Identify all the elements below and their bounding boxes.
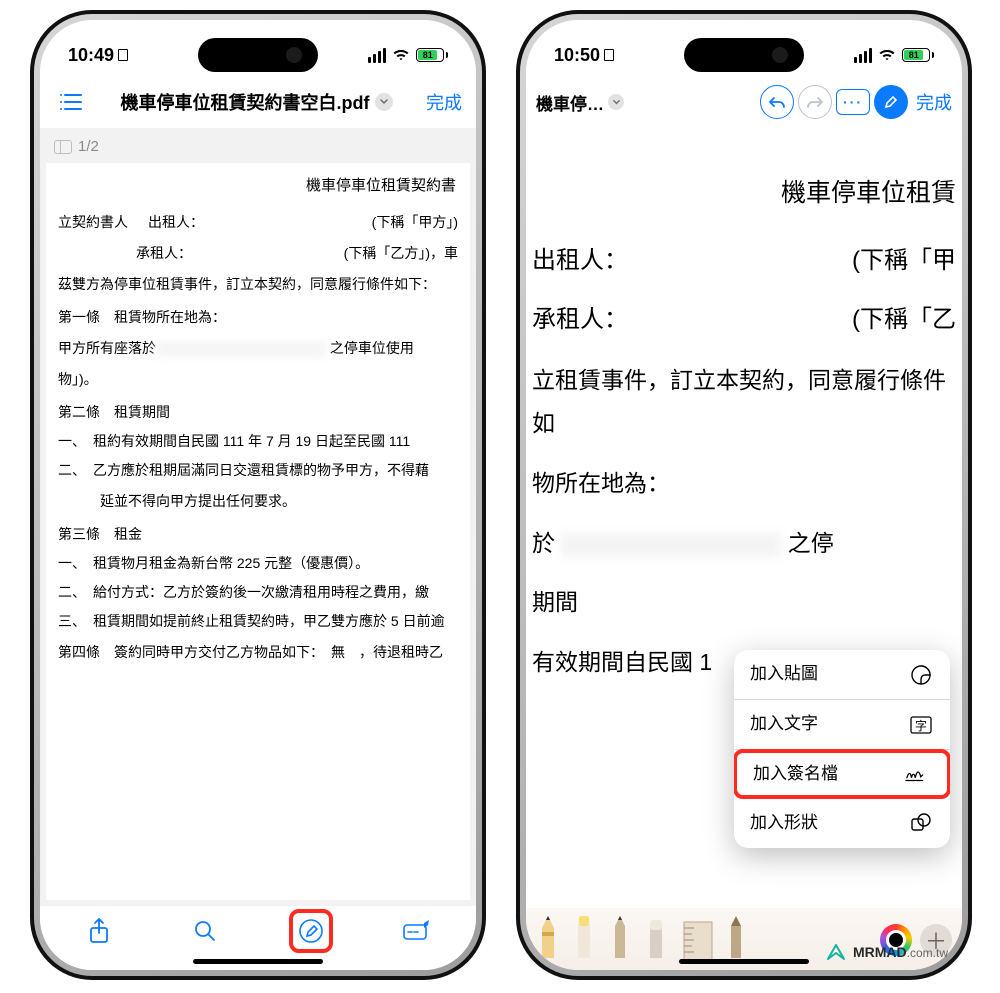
iphone-frame-right: 10:50 81 機車停…	[516, 10, 972, 980]
wifi-icon	[392, 48, 410, 62]
menu-add-sticker[interactable]: 加入貼圖	[734, 650, 950, 700]
search-icon[interactable]	[183, 909, 227, 953]
svg-text:字: 字	[915, 718, 927, 733]
battery-icon: 81	[902, 48, 934, 62]
markup-button[interactable]	[289, 909, 333, 953]
dynamic-island	[684, 38, 804, 72]
redo-button[interactable]	[798, 85, 832, 119]
pdf-page: 機車停車位租賃契約書 立契約書人 出租人： (下稱「甲方」) 承租人： (下稱「…	[46, 163, 470, 900]
pen-tool[interactable]	[536, 912, 564, 956]
shapes-icon	[908, 811, 934, 835]
signature-icon	[905, 762, 931, 786]
document-viewport[interactable]: 1/2 機車停車位租賃契約書 立契約書人 出租人： (下稱「甲方」) 承租人：	[40, 128, 476, 906]
autofill-icon[interactable]: ···	[836, 89, 870, 115]
menu-add-signature[interactable]: 加入簽名檔	[734, 749, 950, 799]
ruler-tool[interactable]	[680, 916, 716, 956]
doc-title: 機車停車位租賃契約書	[58, 175, 458, 198]
crayon-tool[interactable]	[724, 912, 752, 956]
page-indicator: 1/2	[46, 134, 470, 157]
home-indicator[interactable]	[679, 959, 809, 964]
marker-tool[interactable]	[572, 912, 600, 956]
document-title[interactable]: 機車停…	[536, 90, 624, 115]
doc-title: 機車停車位租賃	[532, 170, 956, 218]
done-button[interactable]: 完成	[916, 89, 952, 115]
redacted-text	[561, 533, 781, 557]
wifi-icon	[878, 48, 896, 62]
home-indicator[interactable]	[193, 959, 323, 964]
watermark: MRMAD.com.tw	[825, 941, 948, 963]
form-fill-icon[interactable]	[395, 909, 439, 953]
redacted-text	[156, 341, 326, 357]
navigation-bar: 機車停車位租賃契約書空白.pdf 完成	[40, 76, 476, 128]
watermark-logo-icon	[825, 941, 847, 963]
share-icon[interactable]	[77, 909, 121, 953]
document-title[interactable]: 機車停車位租賃契約書空白.pdf	[96, 89, 418, 115]
thumbnails-icon	[54, 140, 72, 154]
eraser-tool[interactable]	[644, 912, 672, 956]
markup-navigation-bar: 機車停… ··· 完成	[526, 76, 962, 128]
dynamic-island	[198, 38, 318, 72]
done-button[interactable]: 完成	[426, 89, 462, 115]
undo-button[interactable]	[760, 85, 794, 119]
document-viewport[interactable]: 機車停車位租賃 出租人：(下稱「甲 承租人：(下稱「乙 立租賃事件，訂立本契約，…	[526, 128, 962, 908]
cellular-icon	[854, 48, 872, 63]
chevron-down-icon	[375, 93, 393, 111]
add-menu-popup: 加入貼圖 加入文字 字 加入簽名檔 加入形狀	[734, 650, 950, 848]
text-box-icon: 字	[908, 713, 934, 737]
markup-toggle-button[interactable]	[874, 85, 908, 119]
chevron-down-icon	[608, 94, 624, 110]
menu-add-shape[interactable]: 加入形狀	[734, 798, 950, 848]
status-time: 10:49	[68, 45, 128, 66]
status-time: 10:50	[554, 45, 614, 66]
menu-add-text[interactable]: 加入文字 字	[734, 700, 950, 750]
pencil-tool[interactable]	[608, 912, 636, 956]
iphone-frame-left: 10:49 81 機	[30, 10, 486, 980]
cellular-icon	[368, 48, 386, 63]
battery-icon: 81	[416, 48, 448, 62]
sticker-icon	[908, 663, 934, 687]
outline-list-icon[interactable]	[54, 85, 88, 119]
